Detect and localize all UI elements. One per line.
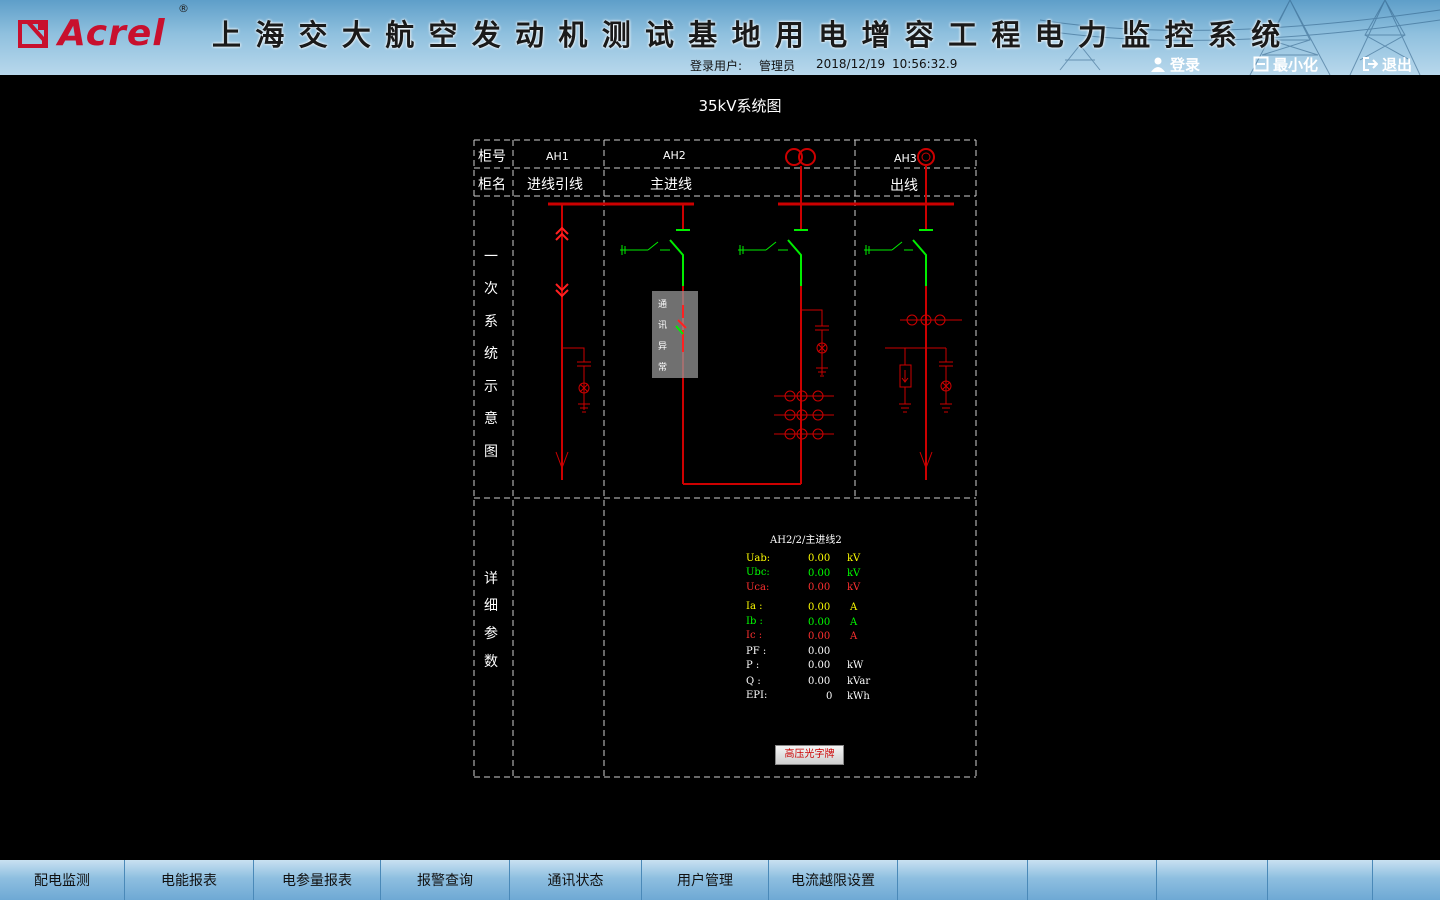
cabinet-no-label: 柜号 bbox=[478, 149, 506, 165]
comm-fault-char: 通 bbox=[658, 300, 668, 310]
tab-empty[interactable] bbox=[1028, 860, 1157, 900]
param-value: 0.00 bbox=[808, 631, 831, 642]
tab-current-limit-settings[interactable]: 电流越限设置 bbox=[769, 860, 898, 900]
param-name: Uca: bbox=[746, 582, 770, 593]
ah3-outgoing-circuit bbox=[864, 148, 962, 480]
param-name: Ia : bbox=[746, 601, 763, 612]
param-unit: kW bbox=[847, 660, 864, 671]
param-value: 0 bbox=[826, 691, 833, 702]
app-header: Acrel ® 上海交大航空发动机测试基地用电增容工程电力监控系统 登录用户: … bbox=[0, 0, 1440, 75]
param-name: Q : bbox=[746, 676, 761, 687]
param-value: 0.00 bbox=[808, 602, 831, 613]
param-name: Ib : bbox=[746, 616, 763, 627]
bottom-nav: 配电监测 电能报表 电参量报表 报警查询 通讯状态 用户管理 电流越限设置 bbox=[0, 860, 1440, 900]
primary-label-char: 统 bbox=[484, 346, 498, 362]
param-name: EPI: bbox=[746, 690, 768, 701]
login-label: 登录 bbox=[1170, 55, 1201, 74]
cabinet-no-ah3: AH3 bbox=[894, 152, 917, 165]
cabinet-no-ah1: AH1 bbox=[546, 150, 569, 163]
cabinet-name-ah3: 出线 bbox=[890, 178, 918, 194]
primary-label-char: 次 bbox=[484, 281, 498, 297]
minimize-icon bbox=[1253, 56, 1269, 72]
cabinet-name-ah2: 主进线 bbox=[650, 177, 692, 193]
user-icon bbox=[1151, 57, 1165, 72]
primary-label-char: 示 bbox=[484, 379, 498, 395]
tab-energy-report[interactable]: 电能报表 bbox=[125, 860, 254, 900]
single-line-diagram bbox=[473, 139, 977, 778]
tab-empty[interactable] bbox=[1157, 860, 1268, 900]
system-title: 上海交大航空发动机测试基地用电增容工程电力监控系统 bbox=[212, 18, 1295, 52]
param-value: 0.00 bbox=[808, 660, 831, 671]
detail-label-char: 细 bbox=[484, 598, 498, 614]
param-value: 0.00 bbox=[808, 582, 831, 593]
cabinet-name-ah1: 进线引线 bbox=[527, 177, 583, 193]
ah2-breaker-fault-symbol bbox=[675, 305, 687, 352]
detail-label-char: 参 bbox=[484, 626, 498, 642]
exit-label: 退出 bbox=[1382, 55, 1413, 74]
param-unit: A bbox=[850, 631, 858, 642]
param-name: Uab: bbox=[746, 553, 771, 564]
diagram-grid bbox=[473, 139, 977, 778]
logo-text: Acrel bbox=[58, 12, 166, 54]
minimize-button[interactable]: 最小化 bbox=[1253, 54, 1318, 74]
param-unit: kV bbox=[847, 582, 861, 593]
comm-fault-char: 异 bbox=[658, 342, 668, 352]
detail-label-char: 数 bbox=[484, 654, 498, 670]
param-name: Ubc: bbox=[746, 567, 770, 578]
tab-user-management[interactable]: 用户管理 bbox=[642, 860, 769, 900]
comm-fault-char: 讯 bbox=[658, 321, 668, 331]
acrel-logo-icon bbox=[18, 16, 52, 50]
param-unit: A bbox=[850, 617, 858, 628]
param-unit: kV bbox=[847, 568, 861, 579]
primary-label-char: 意 bbox=[484, 411, 498, 427]
param-name: PF : bbox=[746, 646, 767, 657]
param-unit: kV bbox=[847, 553, 861, 564]
cabinet-name-label: 柜名 bbox=[478, 177, 506, 193]
registered-mark: ® bbox=[178, 2, 189, 15]
param-value: 0.00 bbox=[808, 646, 831, 657]
hv-annunciator-button[interactable]: 高压光字牌 bbox=[775, 745, 844, 765]
primary-label-char: 一 bbox=[484, 249, 498, 265]
tab-alarm-query[interactable]: 报警查询 bbox=[381, 860, 510, 900]
current-time: 10:56:32.9 bbox=[892, 57, 958, 71]
detail-label-char: 详 bbox=[484, 571, 498, 587]
diagram-title: 35kV系统图 bbox=[698, 97, 782, 115]
params-title: AH2/2/主进线2 bbox=[770, 535, 842, 546]
param-unit: kWh bbox=[847, 691, 870, 702]
login-button[interactable]: 登录 bbox=[1150, 54, 1200, 74]
exit-button[interactable]: 退出 bbox=[1362, 54, 1412, 74]
param-value: 0.00 bbox=[808, 617, 831, 628]
login-user-label: 登录用户: bbox=[690, 59, 743, 73]
param-unit: A bbox=[850, 602, 858, 613]
param-value: 0.00 bbox=[808, 676, 831, 687]
param-name: Ic : bbox=[746, 630, 763, 641]
tab-empty[interactable] bbox=[1373, 860, 1440, 900]
exit-icon bbox=[1363, 57, 1378, 71]
comm-fault-char: 常 bbox=[658, 363, 668, 373]
primary-label-char: 系 bbox=[484, 314, 498, 330]
param-value: 0.00 bbox=[808, 568, 831, 579]
transformer-circuit bbox=[738, 148, 954, 440]
tab-parameter-report[interactable]: 电参量报表 bbox=[254, 860, 381, 900]
comm-fault-overlay[interactable]: 通 讯 异 常 bbox=[652, 291, 698, 378]
tab-comm-status[interactable]: 通讯状态 bbox=[510, 860, 642, 900]
current-date: 2018/12/19 bbox=[816, 57, 886, 71]
param-unit: kVar bbox=[847, 676, 871, 687]
ah2-main-circuit bbox=[620, 204, 802, 485]
cabinet-no-ah2: AH2 bbox=[663, 149, 686, 162]
minimize-label: 最小化 bbox=[1273, 55, 1319, 74]
primary-label-char: 图 bbox=[484, 444, 498, 460]
acrel-logo: Acrel bbox=[18, 10, 166, 56]
tab-empty[interactable] bbox=[1268, 860, 1373, 900]
tab-empty[interactable] bbox=[898, 860, 1028, 900]
param-value: 0.00 bbox=[808, 553, 831, 564]
login-user-name: 管理员 bbox=[759, 59, 796, 73]
param-name: P : bbox=[746, 660, 760, 671]
tab-power-monitoring[interactable]: 配电监测 bbox=[0, 860, 125, 900]
